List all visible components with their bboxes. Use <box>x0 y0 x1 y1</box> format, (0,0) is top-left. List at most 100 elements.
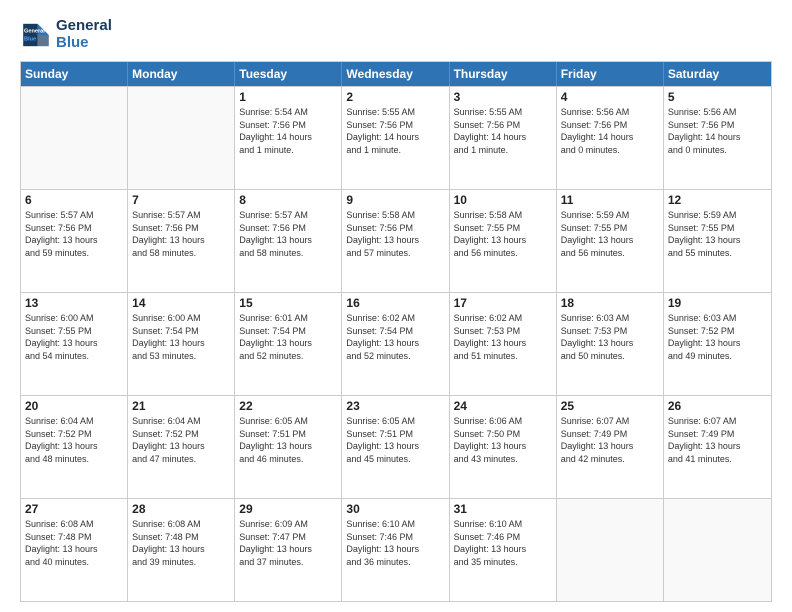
day-cell: 6Sunrise: 5:57 AM Sunset: 7:56 PM Daylig… <box>21 190 128 292</box>
day-header-monday: Monday <box>128 62 235 86</box>
day-header-friday: Friday <box>557 62 664 86</box>
day-info: Sunrise: 6:09 AM Sunset: 7:47 PM Dayligh… <box>239 518 337 568</box>
week-row-0: 1Sunrise: 5:54 AM Sunset: 7:56 PM Daylig… <box>21 86 771 189</box>
week-row-3: 20 Sunrise: 6:04 AM Sunset: 7:52 PM Dayli… <box>21 395 771 498</box>
day-info: Sunrise: 6:01 AM Sunset: 7:54 PM Dayligh… <box>239 312 337 362</box>
day-info: Sunrise: 6:02 AM Sunset: 7:53 PM Dayligh… <box>454 312 552 362</box>
day-info: Sunrise: 6:03 AM Sunset: 7:53 PM Dayligh… <box>561 312 659 362</box>
day-cell: 31 Sunrise: 6:10 AM Sunset: 7:46 PM Dayli… <box>450 499 557 601</box>
week-row-2: 13 Sunrise: 6:00 AM Sunset: 7:55 PM Dayli… <box>21 292 771 395</box>
day-cell: 13 Sunrise: 6:00 AM Sunset: 7:55 PM Dayli… <box>21 293 128 395</box>
day-number: 3 <box>454 90 552 104</box>
day-cell <box>664 499 771 601</box>
day-cell: 28Sunrise: 6:08 AM Sunset: 7:48 PM Dayli… <box>128 499 235 601</box>
day-cell: 18 Sunrise: 6:03 AM Sunset: 7:53 PM Dayli… <box>557 293 664 395</box>
day-number: 5 <box>668 90 767 104</box>
day-number: 14 <box>132 296 230 310</box>
day-info: Sunrise: 6:03 AM Sunset: 7:52 PM Dayligh… <box>668 312 767 362</box>
day-info: Sunrise: 6:05 AM Sunset: 7:51 PM Dayligh… <box>239 415 337 465</box>
day-number: 26 <box>668 399 767 413</box>
svg-text:Blue: Blue <box>24 36 36 42</box>
day-info: Sunrise: 6:07 AM Sunset: 7:49 PM Dayligh… <box>668 415 767 465</box>
day-header-tuesday: Tuesday <box>235 62 342 86</box>
day-number: 10 <box>454 193 552 207</box>
day-number: 22 <box>239 399 337 413</box>
day-number: 12 <box>668 193 767 207</box>
day-info: Sunrise: 5:57 AM Sunset: 7:56 PM Dayligh… <box>239 209 337 259</box>
day-cell: 30 Sunrise: 6:10 AM Sunset: 7:46 PM Dayli… <box>342 499 449 601</box>
day-info: Sunrise: 6:00 AM Sunset: 7:54 PM Dayligh… <box>132 312 230 362</box>
day-info: Sunrise: 6:04 AM Sunset: 7:52 PM Dayligh… <box>132 415 230 465</box>
day-info: Sunrise: 5:57 AM Sunset: 7:56 PM Dayligh… <box>132 209 230 259</box>
day-info: Sunrise: 5:55 AM Sunset: 7:56 PM Dayligh… <box>454 106 552 156</box>
day-header-thursday: Thursday <box>450 62 557 86</box>
day-number: 25 <box>561 399 659 413</box>
calendar: SundayMondayTuesdayWednesdayThursdayFrid… <box>20 61 772 602</box>
day-number: 27 <box>25 502 123 516</box>
day-header-sunday: Sunday <box>21 62 128 86</box>
day-number: 9 <box>346 193 444 207</box>
day-cell: 7 Sunrise: 5:57 AM Sunset: 7:56 PM Daylig… <box>128 190 235 292</box>
day-cell: 5 Sunrise: 5:56 AM Sunset: 7:56 PM Daylig… <box>664 87 771 189</box>
day-cell <box>557 499 664 601</box>
day-cell: 19 Sunrise: 6:03 AM Sunset: 7:52 PM Dayli… <box>664 293 771 395</box>
day-cell: 25 Sunrise: 6:07 AM Sunset: 7:49 PM Dayli… <box>557 396 664 498</box>
day-cell: 14 Sunrise: 6:00 AM Sunset: 7:54 PM Dayli… <box>128 293 235 395</box>
day-info: Sunrise: 5:56 AM Sunset: 7:56 PM Dayligh… <box>561 106 659 156</box>
day-info: Sunrise: 5:54 AM Sunset: 7:56 PM Dayligh… <box>239 106 337 156</box>
day-number: 24 <box>454 399 552 413</box>
day-number: 17 <box>454 296 552 310</box>
day-number: 4 <box>561 90 659 104</box>
day-cell: 17 Sunrise: 6:02 AM Sunset: 7:53 PM Dayli… <box>450 293 557 395</box>
day-cell: 20 Sunrise: 6:04 AM Sunset: 7:52 PM Dayli… <box>21 396 128 498</box>
logo-icon: General Blue <box>20 19 52 51</box>
day-number: 16 <box>346 296 444 310</box>
day-info: Sunrise: 6:10 AM Sunset: 7:46 PM Dayligh… <box>454 518 552 568</box>
day-number: 29 <box>239 502 337 516</box>
logo-text: General <box>56 18 112 35</box>
day-number: 7 <box>132 193 230 207</box>
day-number: 19 <box>668 296 767 310</box>
day-info: Sunrise: 5:59 AM Sunset: 7:55 PM Dayligh… <box>561 209 659 259</box>
day-number: 21 <box>132 399 230 413</box>
day-info: Sunrise: 5:58 AM Sunset: 7:55 PM Dayligh… <box>454 209 552 259</box>
day-cell: 12 Sunrise: 5:59 AM Sunset: 7:55 PM Dayli… <box>664 190 771 292</box>
day-cell <box>128 87 235 189</box>
day-info: Sunrise: 6:04 AM Sunset: 7:52 PM Dayligh… <box>25 415 123 465</box>
day-info: Sunrise: 6:05 AM Sunset: 7:51 PM Dayligh… <box>346 415 444 465</box>
day-cell: 26 Sunrise: 6:07 AM Sunset: 7:49 PM Dayli… <box>664 396 771 498</box>
day-cell: 4 Sunrise: 5:56 AM Sunset: 7:56 PM Daylig… <box>557 87 664 189</box>
day-info: Sunrise: 5:56 AM Sunset: 7:56 PM Dayligh… <box>668 106 767 156</box>
header: General Blue General Blue <box>20 18 772 51</box>
day-number: 13 <box>25 296 123 310</box>
logo: General Blue General Blue <box>20 18 112 51</box>
day-info: Sunrise: 6:00 AM Sunset: 7:55 PM Dayligh… <box>25 312 123 362</box>
day-cell: 10 Sunrise: 5:58 AM Sunset: 7:55 PM Dayli… <box>450 190 557 292</box>
day-number: 30 <box>346 502 444 516</box>
day-info: Sunrise: 6:02 AM Sunset: 7:54 PM Dayligh… <box>346 312 444 362</box>
day-cell: 9 Sunrise: 5:58 AM Sunset: 7:56 PM Daylig… <box>342 190 449 292</box>
logo-text2: Blue <box>56 35 112 52</box>
day-info: Sunrise: 5:55 AM Sunset: 7:56 PM Dayligh… <box>346 106 444 156</box>
day-info: Sunrise: 5:58 AM Sunset: 7:56 PM Dayligh… <box>346 209 444 259</box>
day-number: 20 <box>25 399 123 413</box>
day-headers: SundayMondayTuesdayWednesdayThursdayFrid… <box>21 62 771 86</box>
day-info: Sunrise: 6:10 AM Sunset: 7:46 PM Dayligh… <box>346 518 444 568</box>
day-cell: 8 Sunrise: 5:57 AM Sunset: 7:56 PM Daylig… <box>235 190 342 292</box>
day-info: Sunrise: 5:59 AM Sunset: 7:55 PM Dayligh… <box>668 209 767 259</box>
day-number: 8 <box>239 193 337 207</box>
day-cell: 15Sunrise: 6:01 AM Sunset: 7:54 PM Dayli… <box>235 293 342 395</box>
day-cell: 11Sunrise: 5:59 AM Sunset: 7:55 PM Dayli… <box>557 190 664 292</box>
svg-text:General: General <box>24 28 45 34</box>
day-info: Sunrise: 6:07 AM Sunset: 7:49 PM Dayligh… <box>561 415 659 465</box>
day-cell: 2Sunrise: 5:55 AM Sunset: 7:56 PM Daylig… <box>342 87 449 189</box>
day-number: 6 <box>25 193 123 207</box>
day-cell: 23Sunrise: 6:05 AM Sunset: 7:51 PM Dayli… <box>342 396 449 498</box>
day-number: 31 <box>454 502 552 516</box>
day-number: 18 <box>561 296 659 310</box>
day-cell: 22 Sunrise: 6:05 AM Sunset: 7:51 PM Dayli… <box>235 396 342 498</box>
day-info: Sunrise: 6:06 AM Sunset: 7:50 PM Dayligh… <box>454 415 552 465</box>
day-number: 28 <box>132 502 230 516</box>
day-header-saturday: Saturday <box>664 62 771 86</box>
week-row-1: 6 Sunrise: 5:57 AM Sunset: 7:56 PM Daylig… <box>21 189 771 292</box>
